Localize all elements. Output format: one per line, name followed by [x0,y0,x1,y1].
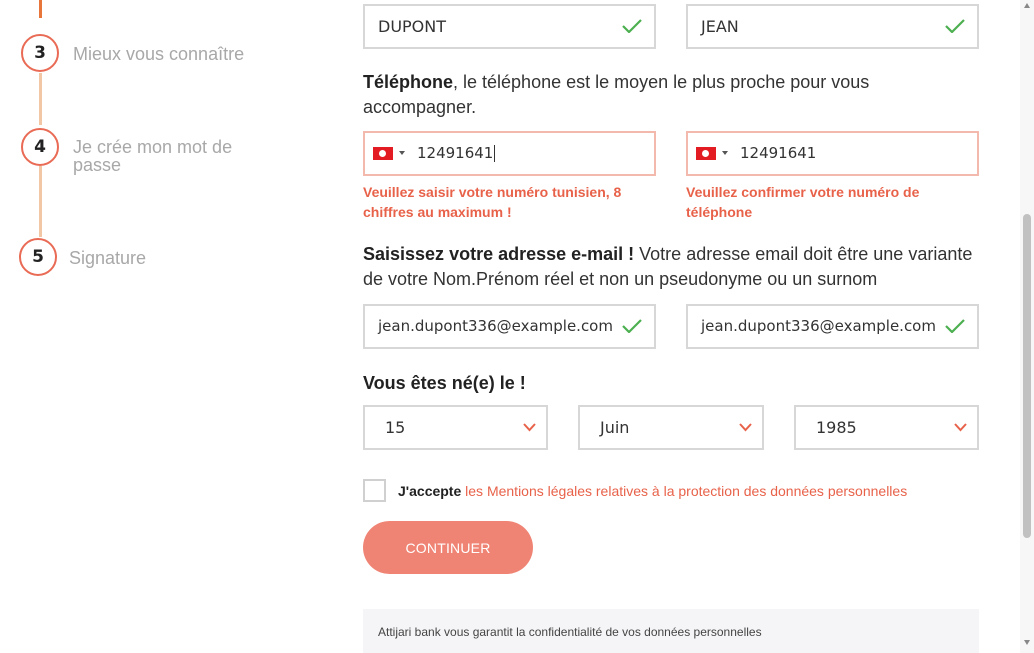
terms-label: J'accepte les Mentions légales relatives… [398,482,907,500]
step-4-circle: 4 [21,128,59,166]
email-value: jean.dupont336@example.com [378,317,613,335]
chevron-down-icon [739,423,752,432]
stepper-connector [39,73,42,125]
birth-year-select[interactable]: 1985 [794,405,979,450]
first-name-value: JEAN [701,17,739,36]
email-confirm-value: jean.dupont336@example.com [701,317,936,335]
chevron-down-icon [523,423,536,432]
birth-day-select[interactable]: 15 [363,405,548,450]
caret-down-icon [399,151,405,155]
country-selector[interactable] [373,147,409,160]
step-5-label: Signature [69,248,147,268]
step-5-circle: 5 [19,238,57,276]
birth-heading: Vous êtes né(e) le ! [363,373,526,393]
phone-confirm-value: 12491641 [740,144,817,162]
valid-check-icon [945,319,965,333]
text-cursor [494,145,496,162]
last-name-value: DUPONT [378,17,447,36]
step-3-label: Mieux vous connaître [73,44,245,64]
chevron-down-icon [954,423,967,432]
birth-month-value: Juin [600,418,630,437]
phone-error-message: Veuillez saisir votre numéro tunisien, 8… [363,184,622,220]
phone-confirm-error-message: Veuillez confirmer votre numéro de télép… [686,184,920,220]
email-heading: Saisissez votre adresse e-mail ! Votre a… [363,242,988,292]
email-confirm-input[interactable]: jean.dupont336@example.com [686,304,979,349]
stepper-connector [39,166,42,237]
phone-value: 12491641 [417,144,494,162]
page-scrollbar[interactable] [1020,0,1034,653]
scroll-up-arrow-icon[interactable] [1024,3,1030,8]
stepper-connector [39,0,42,18]
valid-check-icon [945,19,965,33]
email-input[interactable]: jean.dupont336@example.com [363,304,656,349]
tunisia-flag-icon [696,147,716,160]
privacy-notice-text: Attijari bank vous garantit la confident… [378,625,762,639]
step-4-label: Je crée mon mot de passe [73,137,233,175]
birth-day-value: 15 [385,418,406,437]
valid-check-icon [622,19,642,33]
tunisia-flag-icon [373,147,393,160]
progress-stepper: 3 Mieux vous connaître 4 Je crée mon mot… [0,0,340,653]
terms-link[interactable]: les Mentions légales relatives à la prot… [465,483,907,499]
phone-heading-bold: Téléphone [363,72,454,92]
step-3-circle: 3 [21,34,59,72]
birth-year-value: 1985 [816,418,857,437]
privacy-notice: Attijari bank vous garantit la confident… [363,609,979,653]
scroll-down-arrow-icon[interactable] [1024,640,1030,645]
phone-heading: Téléphone, le téléphone est le moyen le … [363,70,923,120]
continue-button[interactable]: CONTINUER [363,521,533,574]
email-heading-bold: Saisissez votre adresse e-mail ! [363,244,635,264]
terms-checkbox[interactable] [363,479,386,502]
country-selector[interactable] [696,147,732,160]
scrollbar-thumb[interactable] [1023,214,1031,538]
phone-input[interactable]: 12491641 [363,131,656,176]
terms-accept-text: J'accepte [398,483,462,499]
first-name-input[interactable]: JEAN [686,4,979,49]
phone-confirm-input[interactable]: 12491641 [686,131,979,176]
valid-check-icon [622,319,642,333]
caret-down-icon [722,151,728,155]
birth-month-select[interactable]: Juin [578,405,764,450]
last-name-input[interactable]: DUPONT [363,4,656,49]
